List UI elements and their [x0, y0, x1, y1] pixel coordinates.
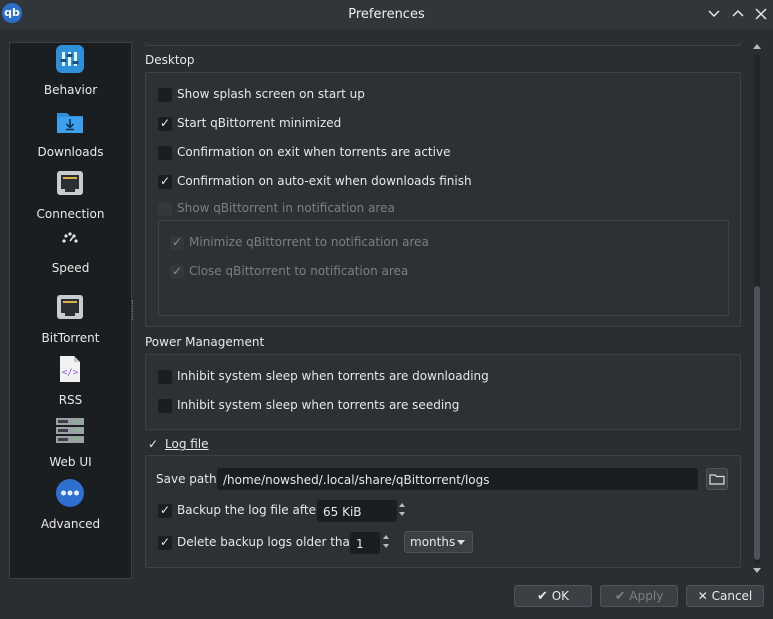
sidebar-item-label: Behavior: [43, 83, 98, 97]
sidebar-item-speed[interactable]: Speed: [10, 229, 131, 281]
ok-button-label: OK: [551, 589, 570, 603]
spin-up-icon[interactable]: [383, 535, 389, 539]
spin-down-icon[interactable]: [383, 544, 389, 548]
previous-group-frame: [145, 42, 741, 46]
chevron-down-icon: [457, 540, 465, 545]
sidebar-item-rss[interactable]: </> RSS: [10, 353, 131, 409]
scroll-thumb[interactable]: [754, 286, 760, 560]
folder-icon: [709, 474, 725, 485]
downloads-icon: [57, 113, 83, 133]
scroll-up-icon[interactable]: [753, 44, 761, 49]
behavior-icon: [56, 45, 84, 73]
sidebar-item-label: RSS: [58, 393, 83, 407]
apply-button-label: Apply: [629, 589, 664, 603]
checkmark-icon: ✔: [614, 589, 626, 604]
delete-age-unit-value: months: [410, 535, 456, 549]
spin-down-icon[interactable]: [399, 512, 405, 516]
connection-icon: [57, 171, 83, 195]
sidebar-item-label: Connection: [36, 207, 105, 221]
behavior-page: Desktop Show splash screen on start up ✓…: [145, 42, 750, 577]
speed-icon: [62, 232, 78, 243]
power-group-title: Power Management: [145, 335, 265, 349]
spin-up-icon[interactable]: [399, 503, 405, 507]
webui-icon: [56, 418, 84, 443]
scroll-down-icon[interactable]: [753, 568, 761, 573]
save-path-label: Save path:: [156, 472, 221, 486]
title-bar: qb Preferences: [0, 0, 773, 29]
splitter-handle[interactable]: [132, 300, 135, 320]
desktop-group-title: Desktop: [145, 53, 195, 67]
delete-age-spin-buttons[interactable]: [380, 532, 392, 554]
ok-button[interactable]: ✔ OK: [514, 585, 592, 607]
sidebar-item-advanced[interactable]: Advanced: [10, 477, 131, 533]
close-icon[interactable]: [752, 5, 770, 23]
backup-size-spinbox[interactable]: 65 KiB: [317, 500, 397, 522]
delete-age-spinbox[interactable]: 1: [350, 532, 380, 554]
sidebar-item-label: Web UI: [49, 455, 92, 469]
save-path-input[interactable]: /home/nowshed/.local/share/qBittorrent/l…: [217, 468, 698, 490]
checkmark-icon: ✔: [536, 589, 548, 604]
cancel-button[interactable]: ✕ Cancel: [686, 585, 764, 607]
minimize-icon[interactable]: [705, 5, 723, 23]
rss-icon: </>: [60, 356, 80, 382]
maximize-icon[interactable]: [729, 5, 747, 23]
apply-button[interactable]: ✔ Apply: [600, 585, 678, 607]
vertical-scrollbar[interactable]: [750, 42, 764, 577]
svg-text:</>: </>: [62, 368, 79, 378]
sidebar-item-web-ui[interactable]: Web UI: [10, 415, 131, 471]
sidebar-item-label: BitTorrent: [41, 331, 100, 345]
sidebar-item-behavior[interactable]: Behavior: [10, 43, 131, 99]
cancel-button-label: Cancel: [711, 589, 753, 603]
sidebar-item-label: Speed: [51, 261, 90, 275]
delete-age-unit-select[interactable]: months: [404, 531, 473, 553]
sidebar-item-label: Advanced: [40, 517, 101, 531]
power-group-frame: [145, 354, 741, 430]
advanced-icon: [56, 479, 84, 507]
sidebar-item-bittorrent[interactable]: BitTorrent: [10, 291, 131, 347]
cancel-x-icon: ✕: [697, 589, 708, 603]
preferences-sidebar: Behavior Downloads Connection Speed BitT…: [9, 42, 132, 579]
browse-folder-button[interactable]: [706, 468, 728, 490]
window-title: Preferences: [348, 7, 425, 22]
sidebar-item-label: Downloads: [37, 145, 104, 159]
sidebar-item-downloads[interactable]: Downloads: [10, 105, 131, 161]
sidebar-item-connection[interactable]: Connection: [10, 167, 131, 223]
backup-size-spin-buttons[interactable]: [396, 500, 408, 522]
bittorrent-icon: [57, 295, 83, 319]
